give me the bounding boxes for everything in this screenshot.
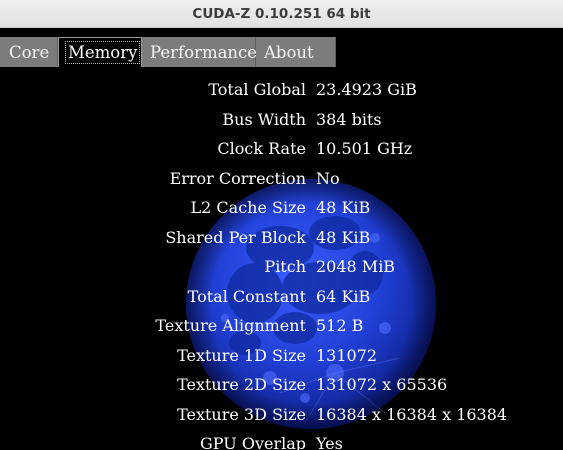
info-label: Texture 2D Size [177,375,306,394]
tab-about-label: About [264,42,314,62]
info-label: Error Correction [169,168,306,188]
info-label: GPU Overlap [199,434,306,450]
info-row: Clock Rate 10.501 GHz [0,134,563,164]
info-row: Texture 3D Size 16384 x 16384 x 16384 [0,400,563,430]
info-row: Bus Width 384 bits [0,105,563,135]
info-value: 23.4923 GiB [316,80,417,99]
info-value: 384 bits [316,109,382,129]
tab-core-label: Core [9,42,50,62]
info-value: 16384 x 16384 x 16384 [316,404,508,424]
info-label: Texture 3D Size [177,404,306,424]
tab-memory-label: Memory [64,41,141,64]
info-row: Total Global 23.4923 GiB [0,75,563,105]
window-title: CUDA-Z 0.10.251 64 bit [192,5,371,22]
info-label: L2 Cache Size [190,198,306,217]
info-label: Total Global [208,80,306,99]
tab-core[interactable]: Core [0,37,58,67]
info-label: Bus Width [222,109,306,129]
info-row: GPU Overlap Yes [0,429,563,450]
info-value: 131072 x 65536 [316,375,448,394]
info-value: 48 KiB [316,227,371,247]
info-value: 2048 MiB [316,257,396,276]
info-label: Shared Per Block [165,227,306,247]
info-value: 131072 [316,345,378,365]
memory-info-list: Total Global 23.4923 GiB Bus Width 384 bits… [0,75,563,450]
info-value: 512 B [316,316,364,335]
info-row: Texture 1D Size 131072 [0,341,563,371]
info-row: Error Correction No [0,164,563,194]
info-row: Texture Alignment 512 B [0,311,563,341]
tab-bar: Core Memory Performance About [0,28,563,67]
info-row: Total Constant 64 KiB [0,282,563,312]
title-bar[interactable]: CUDA-Z 0.10.251 64 bit [0,0,563,28]
info-value: 48 KiB [316,198,371,217]
info-label: Total Constant [187,286,306,306]
info-value: 64 KiB [316,286,371,306]
info-label: Pitch [264,257,306,276]
info-row: Pitch 2048 MiB [0,252,563,282]
info-value: No [316,168,340,188]
info-label: Texture Alignment [155,316,306,335]
tab-memory[interactable]: Memory [58,37,142,67]
tab-strip: Core Memory Performance About [0,37,336,67]
memory-panel: Total Global 23.4923 GiB Bus Width 384 bits… [0,67,563,450]
tab-performance[interactable]: Performance [142,37,258,67]
info-label: Clock Rate [217,139,306,158]
info-row: Texture 2D Size 131072 x 65536 [0,370,563,400]
info-label: Texture 1D Size [177,345,306,365]
tab-about[interactable]: About [256,37,336,67]
tab-performance-label: Performance [150,42,258,62]
info-value: 10.501 GHz [316,139,413,158]
info-value: Yes [316,434,343,450]
info-row: Shared Per Block 48 KiB [0,223,563,253]
info-row: L2 Cache Size 48 KiB [0,193,563,223]
